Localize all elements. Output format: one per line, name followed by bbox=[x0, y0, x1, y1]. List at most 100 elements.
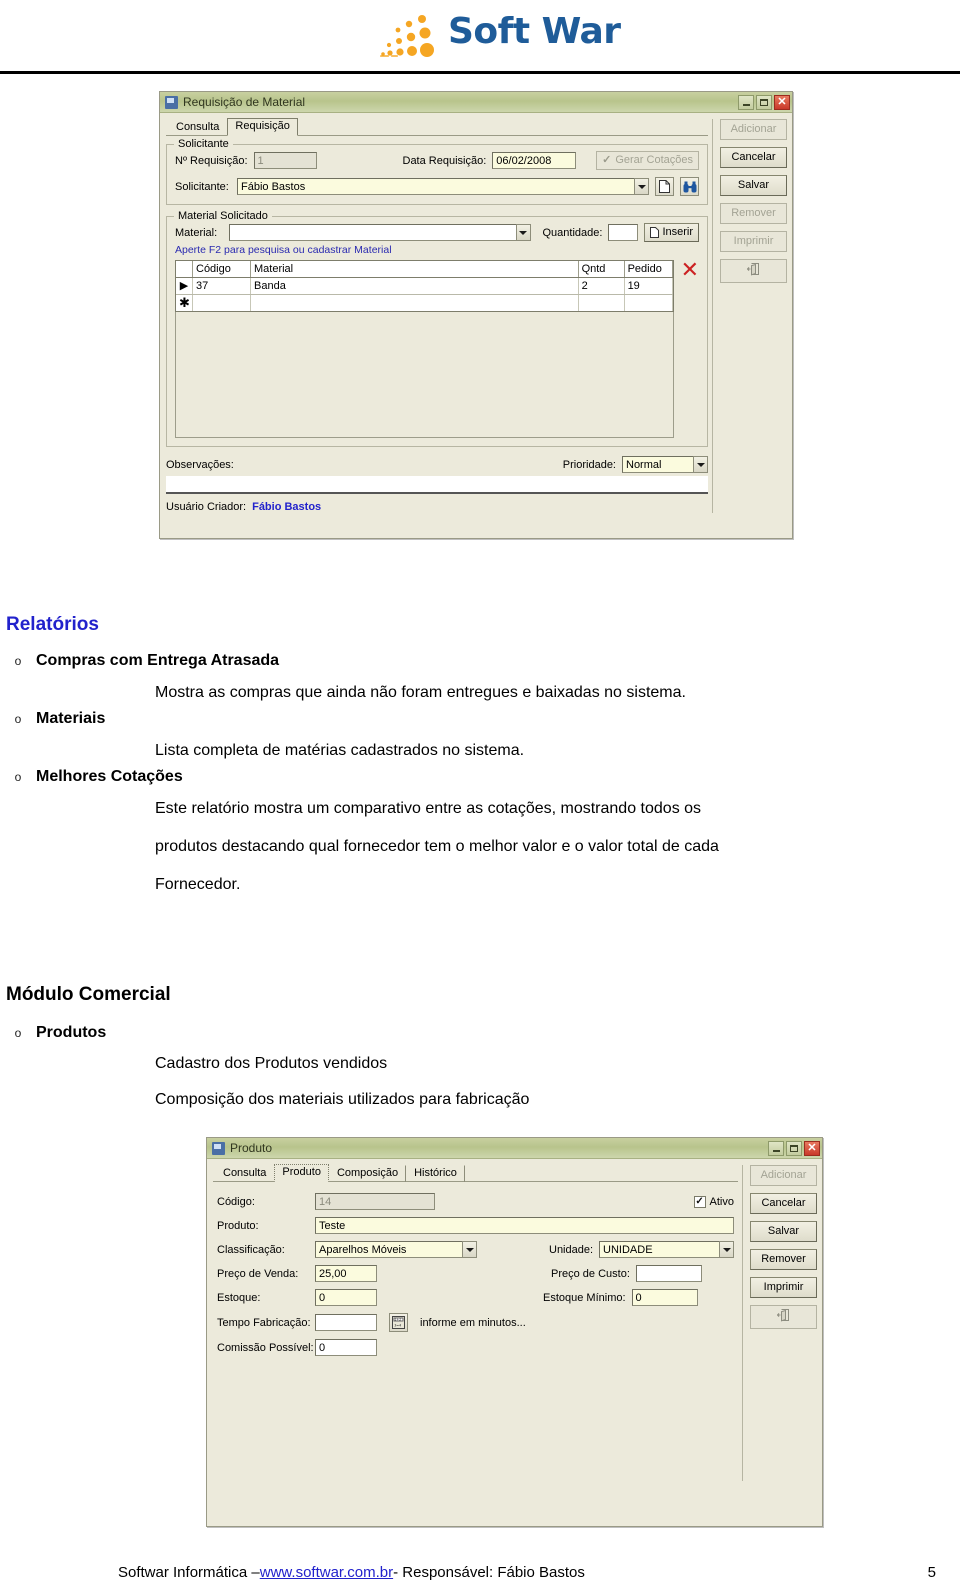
ativo-checkbox[interactable]: ✓ Ativo bbox=[693, 1195, 734, 1208]
salvar-button[interactable]: Salvar bbox=[750, 1221, 817, 1242]
preco-custo-input[interactable] bbox=[635, 1265, 702, 1282]
unidade-select[interactable]: UNIDADE bbox=[599, 1241, 719, 1258]
salvar-button[interactable]: Salvar bbox=[720, 175, 787, 196]
prioridade-select[interactable]: Normal bbox=[622, 456, 693, 473]
imprimir-label: Imprimir bbox=[733, 235, 774, 247]
chevron-down-icon[interactable] bbox=[719, 1241, 734, 1258]
cell-codigo: 37 bbox=[193, 278, 251, 294]
tab-composicao[interactable]: Composição bbox=[329, 1165, 407, 1182]
material-combo[interactable] bbox=[229, 224, 531, 241]
solicitante-combo[interactable]: Fábio Bastos bbox=[237, 178, 649, 195]
observacoes-input[interactable] bbox=[166, 476, 708, 494]
ativo-label: Ativo bbox=[709, 1195, 734, 1208]
new-document-icon[interactable] bbox=[655, 177, 674, 196]
group-solicitante: Solicitante Nº Requisição: 1 Data Requis… bbox=[166, 138, 708, 205]
titlebar-requisicao[interactable]: Requisição de Material ✕ bbox=[160, 92, 792, 113]
tabstrip-produto[interactable]: Consulta Produto Composição Histórico bbox=[213, 1164, 738, 1182]
softwar-logo: Soft War bbox=[378, 6, 621, 58]
grid-header-material: Material bbox=[251, 261, 579, 277]
table-row-new[interactable]: ✱ bbox=[176, 295, 673, 311]
search-binoculars-icon[interactable] bbox=[680, 177, 699, 196]
window-body: Consulta Requisição Solicitante Nº Requi… bbox=[160, 113, 792, 518]
tab-consulta[interactable]: Consulta bbox=[168, 119, 227, 136]
row-selector-icon[interactable]: ▶ bbox=[176, 278, 193, 294]
remover-button[interactable]: Remover bbox=[720, 203, 787, 224]
grid-area: Código Material Qntd Pedido ▶ 37 Banda 2… bbox=[175, 260, 699, 438]
num-requisicao-input[interactable]: 1 bbox=[253, 152, 317, 169]
window-requisicao-material[interactable]: Requisição de Material ✕ Consulta Requis… bbox=[159, 91, 793, 539]
adicionar-button[interactable]: Adicionar bbox=[750, 1165, 817, 1186]
window-app-icon bbox=[165, 95, 178, 109]
imprimir-button[interactable]: Imprimir bbox=[720, 231, 787, 252]
produto-empty-area bbox=[217, 1363, 734, 1481]
cell-material: Banda bbox=[251, 278, 579, 294]
sair-button[interactable] bbox=[720, 259, 787, 283]
tab-requisicao[interactable]: Requisição bbox=[227, 118, 298, 136]
row-solicitante: Solicitante: Fábio Bastos bbox=[175, 177, 699, 196]
delete-row-icon[interactable]: ✕ bbox=[681, 260, 699, 282]
sair-button[interactable] bbox=[750, 1305, 817, 1329]
tabstrip-requisicao[interactable]: Consulta Requisição bbox=[166, 118, 708, 136]
gerar-cotacoes-button[interactable]: ✓ Gerar Cotações bbox=[596, 151, 699, 170]
maximize-button[interactable] bbox=[786, 1140, 802, 1156]
section-relatorios: Relatórios o Compras com Entrega Atrasad… bbox=[0, 614, 960, 904]
imprimir-label: Imprimir bbox=[763, 1281, 804, 1293]
window-title: Produto bbox=[230, 1141, 273, 1155]
tab-consulta[interactable]: Consulta bbox=[215, 1165, 274, 1182]
unidade-combo[interactable]: UNIDADE bbox=[599, 1241, 734, 1258]
maximize-button[interactable] bbox=[756, 94, 772, 110]
preco-venda-input[interactable]: 25,00 bbox=[315, 1265, 377, 1282]
chevron-down-icon[interactable] bbox=[693, 456, 708, 473]
estoque-minimo-input[interactable]: 0 bbox=[631, 1289, 698, 1306]
prioridade-combo[interactable]: Normal bbox=[622, 456, 708, 473]
quantidade-input[interactable] bbox=[608, 224, 639, 241]
group-material-solicitado: Material Solicitado Material: Quantidade… bbox=[166, 210, 708, 447]
cancelar-label: Cancelar bbox=[731, 151, 776, 163]
table-row[interactable]: ▶ 37 Banda 2 19 bbox=[176, 278, 673, 295]
tab-historico[interactable]: Histórico bbox=[406, 1165, 465, 1182]
cell-qntd: 2 bbox=[579, 278, 625, 294]
item-title: Compras com Entrega Atrasada bbox=[36, 652, 280, 669]
window-controls[interactable]: ✕ bbox=[738, 94, 790, 110]
classificacao-select[interactable]: Aparelhos Móveis bbox=[315, 1241, 462, 1258]
page-header: Soft War bbox=[0, 0, 960, 74]
minimize-button[interactable] bbox=[768, 1140, 784, 1156]
page-title-modulo-comercial: Módulo Comercial bbox=[6, 984, 171, 1005]
solicitante-label: Solicitante: bbox=[175, 180, 229, 193]
minimize-button[interactable] bbox=[738, 94, 754, 110]
footer-website-link[interactable]: www.softwar.com.br bbox=[260, 1564, 393, 1581]
checkbox-icon[interactable]: ✓ bbox=[693, 1195, 706, 1208]
titlebar-produto[interactable]: Produto ✕ bbox=[207, 1138, 822, 1159]
chevron-down-icon[interactable] bbox=[515, 224, 531, 241]
tempo-fabricacao-hint: informe em minutos... bbox=[420, 1316, 526, 1329]
calculator-icon[interactable]: 1+2 3=4 bbox=[389, 1313, 408, 1332]
imprimir-button[interactable]: Imprimir bbox=[750, 1277, 817, 1298]
window-produto[interactable]: Produto ✕ Consulta Produto Composição Hi… bbox=[206, 1137, 823, 1527]
tempo-fabricacao-input[interactable] bbox=[315, 1314, 377, 1331]
new-row-icon[interactable]: ✱ bbox=[176, 295, 193, 311]
remover-button[interactable]: Remover bbox=[750, 1249, 817, 1270]
estoque-input[interactable]: 0 bbox=[315, 1289, 377, 1306]
close-button[interactable]: ✕ bbox=[774, 94, 790, 110]
data-requisicao-input[interactable]: 06/02/2008 bbox=[492, 152, 577, 169]
solicitante-input[interactable]: Fábio Bastos bbox=[237, 178, 634, 195]
tab-historico-label: Histórico bbox=[414, 1167, 457, 1179]
cancelar-button[interactable]: Cancelar bbox=[750, 1193, 817, 1214]
material-input[interactable] bbox=[229, 224, 516, 241]
window-controls[interactable]: ✕ bbox=[768, 1140, 820, 1156]
close-button[interactable]: ✕ bbox=[804, 1140, 820, 1156]
chevron-down-icon[interactable] bbox=[462, 1241, 477, 1258]
adicionar-label: Adicionar bbox=[730, 123, 777, 135]
tab-produto[interactable]: Produto bbox=[274, 1164, 329, 1182]
classificacao-combo[interactable]: Aparelhos Móveis bbox=[315, 1241, 477, 1258]
insert-page-icon bbox=[650, 227, 660, 238]
codigo-input[interactable]: 14 bbox=[315, 1193, 435, 1210]
produto-input[interactable]: Teste bbox=[315, 1217, 734, 1234]
row-estoques: Estoque: 0 Estoque Mínimo: 0 bbox=[217, 1289, 734, 1306]
cancelar-button[interactable]: Cancelar bbox=[720, 147, 787, 168]
adicionar-button[interactable]: Adicionar bbox=[720, 119, 787, 140]
comissao-input[interactable]: 0 bbox=[315, 1339, 377, 1356]
chevron-down-icon[interactable] bbox=[634, 178, 649, 195]
material-grid[interactable]: Código Material Qntd Pedido ▶ 37 Banda 2… bbox=[175, 260, 674, 312]
inserir-button[interactable]: Inserir bbox=[644, 223, 699, 242]
